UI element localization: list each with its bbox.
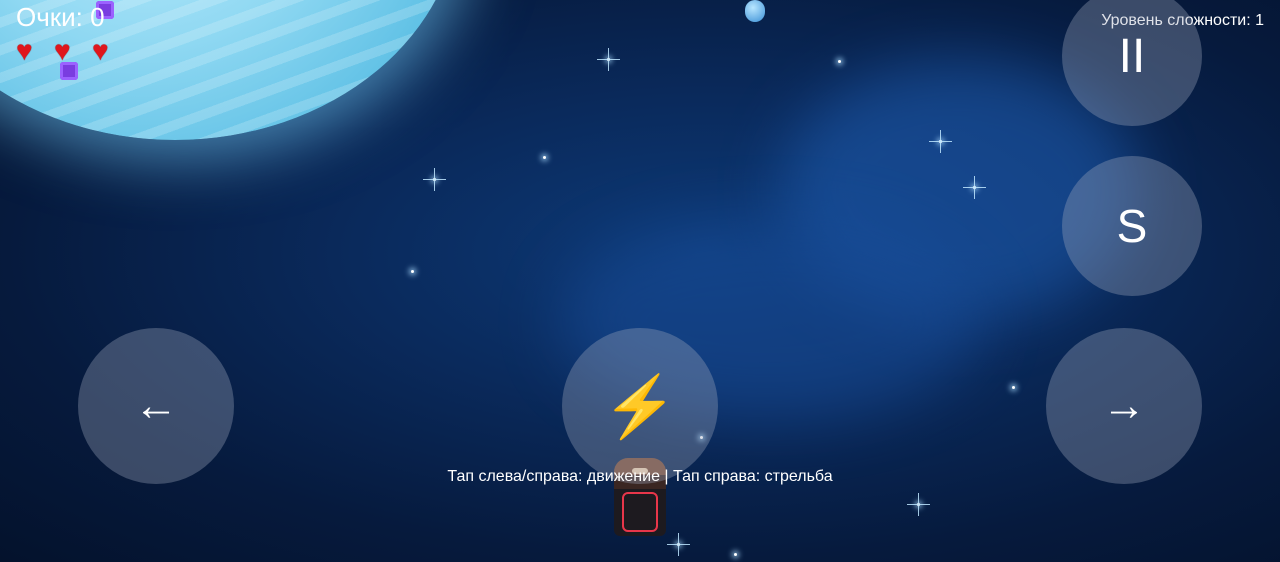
star — [838, 60, 841, 63]
move-right-button[interactable]: → — [1046, 328, 1202, 484]
star — [543, 156, 546, 159]
heart-icon: ♥ — [16, 35, 33, 66]
move-left-button[interactable]: ← — [78, 328, 234, 484]
heart-icon: ♥ — [54, 35, 71, 66]
star — [734, 553, 737, 556]
star — [411, 270, 414, 273]
star — [423, 168, 446, 191]
fire-button[interactable]: ⚡ — [562, 328, 718, 484]
enemy-sprite — [745, 0, 765, 22]
controls-hint: Тап слева/справа: движение | Тап справа:… — [447, 468, 833, 485]
lives-indicator: ♥ ♥ ♥ — [16, 35, 118, 66]
star — [963, 176, 986, 199]
star — [907, 493, 930, 516]
score-label: Очки: 0 — [16, 2, 105, 32]
special-button[interactable]: S — [1062, 156, 1202, 296]
star — [929, 130, 952, 153]
star — [667, 533, 690, 556]
heart-icon: ♥ — [92, 35, 109, 66]
star — [597, 48, 620, 71]
star — [1012, 386, 1015, 389]
